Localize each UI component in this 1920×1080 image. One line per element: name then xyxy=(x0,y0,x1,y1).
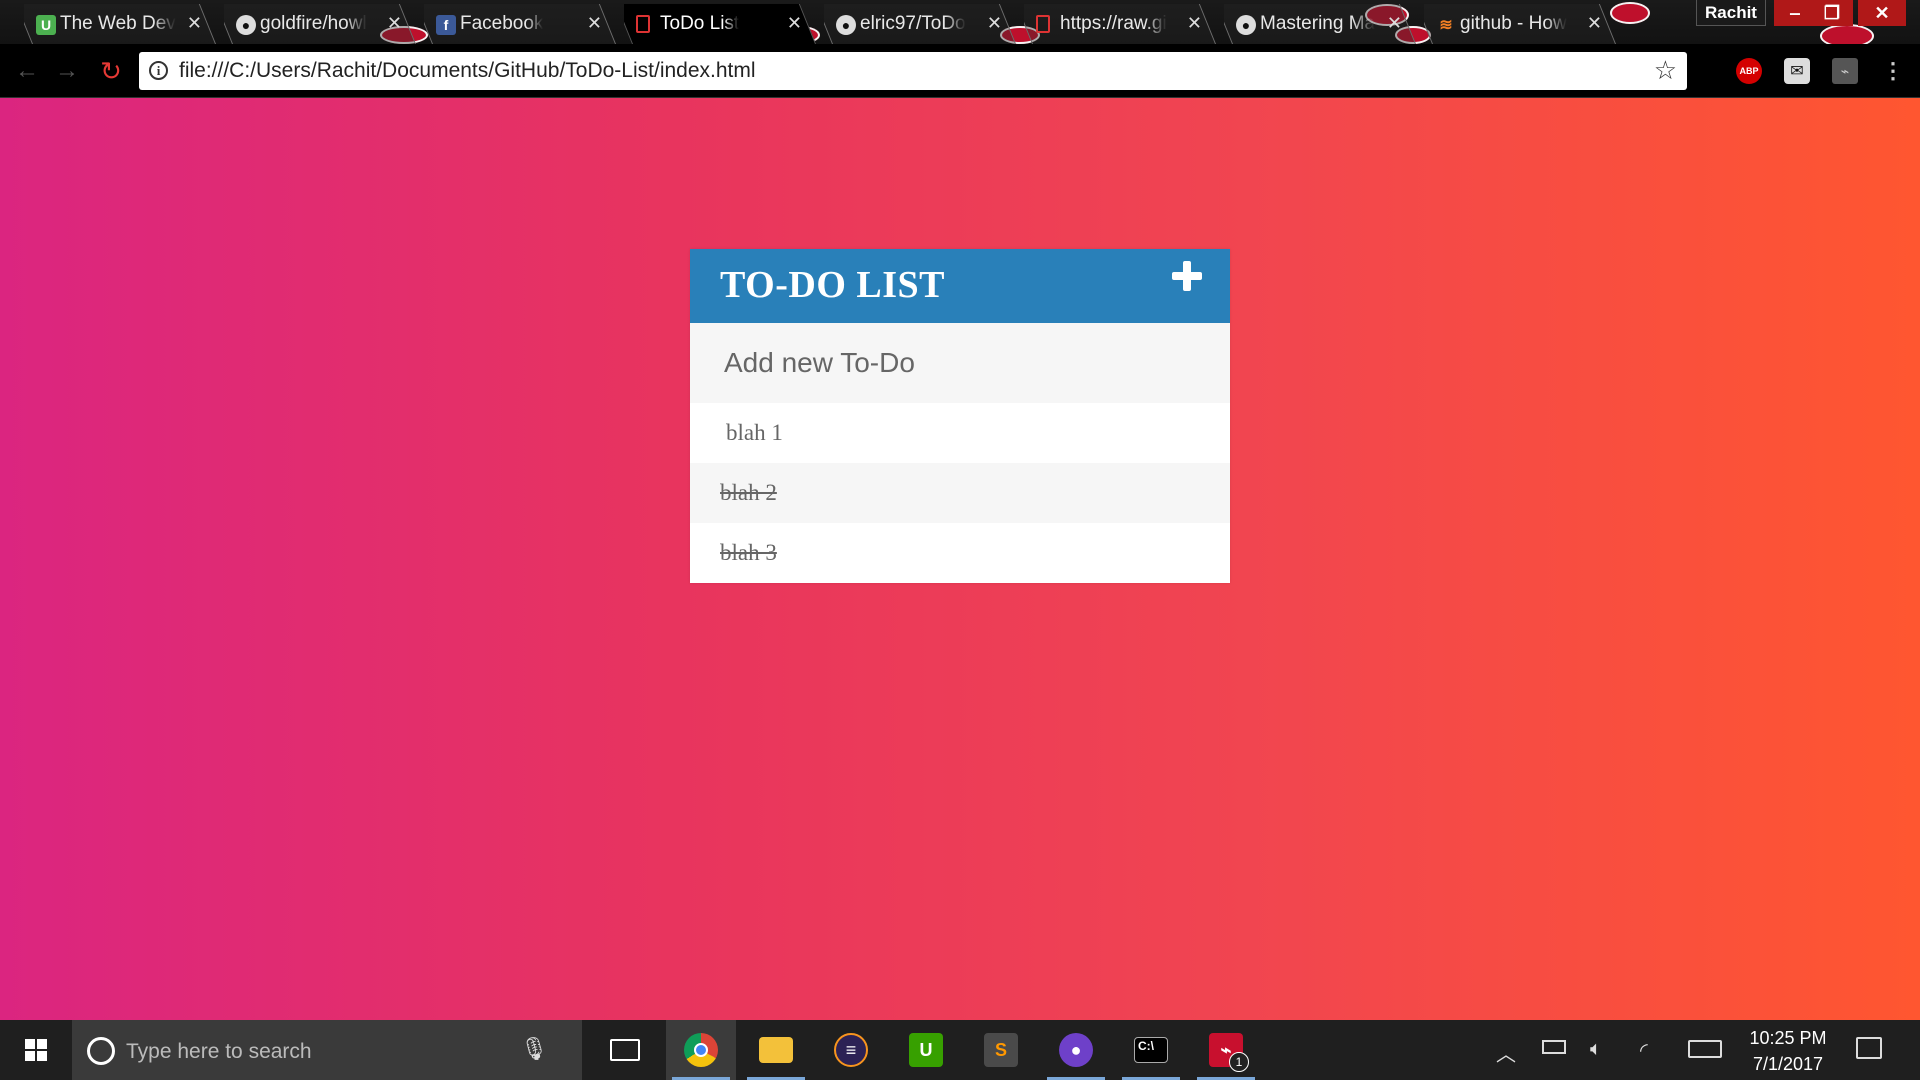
command-prompt-taskbar-button[interactable]: C:\ xyxy=(1116,1020,1186,1080)
sublime-taskbar-button[interactable]: S xyxy=(966,1020,1036,1080)
chrome-taskbar-button[interactable] xyxy=(666,1020,736,1080)
tab-todo-list[interactable]: ToDo List ✕ xyxy=(624,4,824,44)
tab-title: ToDo List xyxy=(660,13,740,34)
start-button[interactable] xyxy=(0,1020,72,1080)
sublime-text-icon: S xyxy=(984,1033,1018,1067)
close-window-button[interactable]: ✕ xyxy=(1858,0,1906,26)
todo-header: TO-DO LIST xyxy=(690,249,1230,323)
mail-extension-icon[interactable]: ✉ xyxy=(1784,58,1810,84)
acrobat-taskbar-button[interactable]: ⌁ 1 xyxy=(1191,1020,1261,1080)
tab-title: https://raw.gi xyxy=(1060,13,1167,34)
github-icon: ● xyxy=(1236,15,1256,35)
close-tab-icon[interactable]: ✕ xyxy=(587,13,602,34)
tab-goldfire-howl[interactable]: ● goldfire/howl ✕ xyxy=(224,4,424,44)
page-icon xyxy=(1036,15,1050,33)
back-button[interactable]: ← xyxy=(12,56,42,86)
todo-item-completed[interactable]: blah 2 xyxy=(690,463,1230,523)
battery-icon[interactable] xyxy=(1542,1040,1566,1054)
github-icon: ● xyxy=(836,15,856,35)
close-tab-icon[interactable]: ✕ xyxy=(1187,13,1202,34)
close-tab-icon[interactable]: ✕ xyxy=(787,13,802,34)
chrome-icon-center xyxy=(694,1043,708,1057)
eclipse-taskbar-button[interactable]: ≡ xyxy=(816,1020,886,1080)
page-background: TO-DO LIST blah 1 blah 2 blah 3 xyxy=(0,98,1920,1020)
udemy-icon: U xyxy=(36,15,56,35)
browser-menu-icon[interactable]: ⋮ xyxy=(1880,58,1906,84)
clock-time[interactable]: 10:25 PM xyxy=(1748,1028,1828,1049)
close-tab-icon[interactable]: ✕ xyxy=(1587,13,1602,34)
search-placeholder[interactable]: Type here to search xyxy=(126,1040,312,1064)
clock-date[interactable]: 7/1/2017 xyxy=(1748,1054,1828,1075)
tab-title: The Web Dev xyxy=(60,13,176,34)
tab-udemy[interactable]: U The Web Dev ✕ xyxy=(24,4,224,44)
browser-toolbar: ← → ↻ i file:///C:/Users/Rachit/Document… xyxy=(0,44,1920,98)
plus-icon[interactable] xyxy=(1172,261,1202,291)
tab-title: elric97/ToDo xyxy=(860,13,966,34)
url-text[interactable]: file:///C:/Users/Rachit/Documents/GitHub… xyxy=(179,59,756,83)
todo-title: TO-DO LIST xyxy=(720,264,945,306)
reload-button[interactable]: ↻ xyxy=(96,56,126,86)
profile-button[interactable]: Rachit xyxy=(1696,0,1766,26)
tab-title: goldfire/howl xyxy=(260,13,367,34)
page-icon xyxy=(636,15,650,33)
tab-facebook[interactable]: f Facebook ✕ xyxy=(424,4,624,44)
close-tab-icon[interactable]: ✕ xyxy=(387,13,402,34)
action-center-icon[interactable] xyxy=(1856,1037,1882,1059)
forward-button[interactable]: → xyxy=(52,56,82,86)
tab-mastering-markdown[interactable]: ● Mastering Ma ✕ xyxy=(1224,4,1424,44)
github-icon: ● xyxy=(236,15,256,35)
todo-item-completed[interactable]: blah 3 xyxy=(690,523,1230,583)
file-explorer-taskbar-button[interactable] xyxy=(741,1020,811,1080)
close-tab-icon[interactable]: ✕ xyxy=(987,13,1002,34)
cortana-icon[interactable] xyxy=(87,1037,115,1065)
bookmark-star-icon[interactable]: ☆ xyxy=(1654,55,1677,86)
wifi-icon[interactable]: ◜ xyxy=(1640,1038,1648,1063)
chevron-up-icon[interactable]: ︿ xyxy=(1496,1038,1516,1067)
github-desktop-icon: ● xyxy=(1059,1033,1093,1067)
tab-title: Facebook xyxy=(460,13,544,34)
address-bar[interactable]: i file:///C:/Users/Rachit/Documents/GitH… xyxy=(139,52,1687,90)
upwork-icon: U xyxy=(909,1033,943,1067)
close-tab-icon[interactable]: ✕ xyxy=(1387,13,1402,34)
plus-icon-vertical xyxy=(1183,261,1191,291)
tab-title: github - How xyxy=(1460,13,1567,34)
keyboard-icon[interactable] xyxy=(1688,1040,1722,1058)
tab-strip: U The Web Dev ✕ ● goldfire/howl ✕ f Face… xyxy=(24,4,1624,44)
minimize-button[interactable]: ‒ xyxy=(1774,0,1816,26)
info-icon[interactable]: i xyxy=(149,61,168,80)
acrobat-extension-icon[interactable]: ⌁ xyxy=(1832,58,1858,84)
notification-badge: 1 xyxy=(1229,1052,1249,1072)
todo-item[interactable]: blah 1 xyxy=(690,403,1230,463)
stackoverflow-icon: ≋ xyxy=(1439,17,1453,34)
windows-taskbar: Type here to search 🎙︎ ≡ U S ● C:\ ⌁ 1 ︿… xyxy=(0,1020,1920,1080)
todo-list: blah 1 blah 2 blah 3 xyxy=(690,403,1230,583)
tab-raw-github[interactable]: https://raw.gi ✕ xyxy=(1024,4,1224,44)
eclipse-icon: ≡ xyxy=(834,1033,868,1067)
new-todo-input[interactable] xyxy=(690,323,1230,403)
taskbar-search-box[interactable]: Type here to search 🎙︎ xyxy=(72,1020,582,1080)
task-view-icon xyxy=(610,1039,640,1061)
tab-elric97-todo[interactable]: ● elric97/ToDo ✕ xyxy=(824,4,1024,44)
decorative-cloud xyxy=(1820,24,1874,44)
restore-button[interactable]: ❐ xyxy=(1811,0,1853,26)
adblock-icon[interactable]: ABP xyxy=(1736,58,1762,84)
tab-stackoverflow[interactable]: ≋ github - How ✕ xyxy=(1424,4,1624,44)
cmd-icon: C:\ xyxy=(1134,1037,1168,1063)
browser-titlebar: U The Web Dev ✕ ● goldfire/howl ✕ f Face… xyxy=(0,0,1920,44)
windows-logo-icon xyxy=(25,1039,47,1061)
microphone-icon[interactable]: 🎙︎ xyxy=(520,1036,548,1062)
volume-icon[interactable]: 🔈︎ xyxy=(1590,1038,1602,1061)
facebook-icon: f xyxy=(436,15,456,35)
github-desktop-taskbar-button[interactable]: ● xyxy=(1041,1020,1111,1080)
tab-title: Mastering Ma xyxy=(1260,13,1376,34)
task-view-button[interactable] xyxy=(590,1020,660,1080)
todo-container: TO-DO LIST blah 1 blah 2 blah 3 xyxy=(690,249,1230,583)
close-tab-icon[interactable]: ✕ xyxy=(187,13,202,34)
chrome-icon xyxy=(684,1033,718,1067)
folder-icon xyxy=(759,1037,793,1063)
upwork-taskbar-button[interactable]: U xyxy=(891,1020,961,1080)
